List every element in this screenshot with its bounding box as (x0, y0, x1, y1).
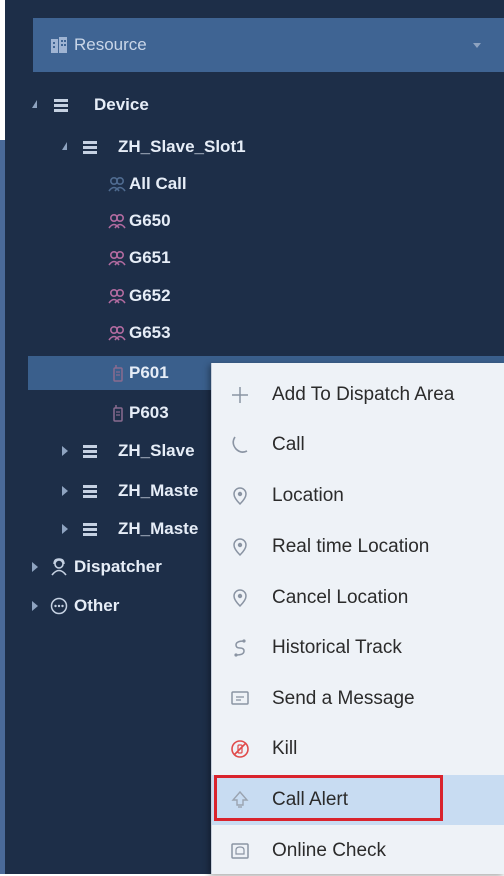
tree-label: G653 (129, 323, 171, 342)
menu-item-online-check[interactable]: Online Check (212, 826, 504, 876)
chevron-down-icon[interactable] (470, 38, 484, 52)
menu-item-real-time-location[interactable]: Real time Location (212, 522, 504, 572)
tree-label: P601 (129, 363, 169, 382)
menu-item-cancel-location[interactable]: Cancel Location (212, 573, 504, 623)
menu-item-send-a-message[interactable]: Send a Message (212, 674, 504, 724)
menu-item-label: Add To Dispatch Area (272, 384, 455, 405)
device-icon (54, 99, 68, 112)
location-pin-icon (233, 487, 247, 506)
group-icon (108, 213, 126, 229)
menu-item-label: Cancel Location (272, 587, 409, 608)
tree-label: ZH_Slave (118, 441, 195, 460)
tree-node-g652[interactable]: G652 (5, 279, 504, 313)
tree-label: G651 (129, 248, 171, 267)
tree-label: Other (74, 596, 120, 615)
menu-item-call[interactable]: Call (212, 420, 504, 470)
menu-item-label: Location (272, 485, 344, 506)
track-icon (234, 639, 246, 657)
device-icon (83, 445, 97, 458)
phone-icon (232, 436, 248, 453)
device-icon (83, 485, 97, 498)
building-icon (51, 37, 67, 53)
tree-label: All Call (129, 174, 187, 193)
menu-item-label: Real time Location (272, 536, 430, 557)
location-pin-icon (233, 538, 247, 557)
menu-item-label: Historical Track (272, 637, 402, 658)
expand-arrow-icon[interactable] (32, 601, 38, 611)
tree-node-device[interactable]: Device (5, 88, 504, 122)
group-icon (108, 325, 126, 341)
radio-icon (113, 365, 123, 382)
tree-label: G650 (129, 211, 171, 230)
expand-arrow-icon[interactable] (62, 524, 68, 534)
expand-arrow-icon[interactable] (32, 100, 37, 108)
scroll-indicator (0, 140, 5, 874)
tree-label: ZH_Maste (118, 481, 199, 500)
group-icon (108, 250, 126, 266)
tree-node-g653[interactable]: G653 (5, 316, 504, 350)
kill-icon (231, 740, 249, 758)
device-icon (83, 141, 97, 154)
tree-node-g651[interactable]: G651 (5, 241, 504, 275)
tree-label: ZH_Maste (118, 519, 199, 538)
resource-label: Resource (74, 35, 147, 54)
tree-label: ZH_Slave_Slot1 (118, 137, 246, 156)
menu-item-add-to-dispatch-area[interactable]: Add To Dispatch Area (212, 370, 504, 420)
menu-item-kill[interactable]: Kill (212, 724, 504, 774)
radio-icon (113, 405, 123, 422)
tree-label: P603 (129, 403, 169, 422)
tree-node-g650[interactable]: G650 (5, 204, 504, 238)
call-alert-icon (231, 790, 249, 808)
tree-node-zh-slave-slot1[interactable]: ZH_Slave_Slot1 (5, 130, 504, 164)
location-pin-icon (233, 589, 247, 608)
menu-item-label: Send a Message (272, 688, 415, 709)
menu-item-label: Online Check (272, 840, 387, 861)
menu-item-label: Kill (272, 738, 298, 759)
menu-item-location[interactable]: Location (212, 471, 504, 521)
plus-icon (232, 387, 248, 403)
tree-label: Device (94, 95, 149, 114)
tree-label: Dispatcher (74, 557, 162, 576)
tree-label: G652 (129, 286, 171, 305)
group-icon (108, 288, 126, 304)
online-check-icon (231, 843, 249, 859)
tree-node-all-call[interactable]: All Call (5, 167, 504, 201)
menu-item-call-alert[interactable]: Call Alert (212, 775, 504, 825)
ellipsis-circle-icon (50, 597, 68, 615)
device-icon (83, 523, 97, 536)
expand-arrow-icon[interactable] (62, 446, 68, 456)
dispatcher-icon (51, 558, 67, 576)
expand-arrow-icon[interactable] (62, 486, 68, 496)
group-icon (108, 176, 126, 192)
menu-item-label: Call (272, 434, 305, 455)
expand-arrow-icon[interactable] (62, 142, 67, 150)
menu-item-historical-track[interactable]: Historical Track (212, 623, 504, 673)
expand-arrow-icon[interactable] (32, 562, 38, 572)
context-menu: Add To Dispatch Area Call Location Real … (211, 363, 504, 874)
message-icon (231, 691, 249, 705)
resource-dropdown[interactable]: Resource (33, 18, 504, 72)
menu-item-label: Call Alert (272, 789, 349, 810)
